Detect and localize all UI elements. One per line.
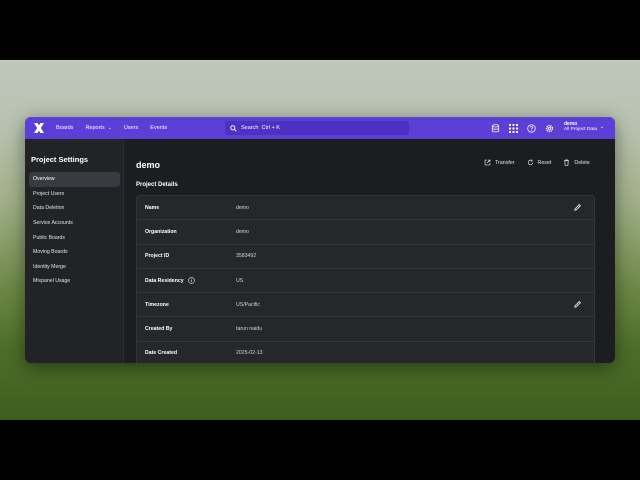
settings-sidebar: Project Settings Overview Project Users … xyxy=(25,139,124,363)
sidebar-item-label: Identity Merge xyxy=(33,263,66,270)
detail-row-organization: Organization demo xyxy=(137,220,594,245)
sidebar-item-mixpanel-usage[interactable]: Mixpanel Usage xyxy=(29,274,120,289)
delete-label: Delete xyxy=(574,159,590,166)
external-link-icon xyxy=(484,159,491,166)
nav-events[interactable]: Events xyxy=(150,125,167,131)
sidebar-item-label: Mixpanel Usage xyxy=(33,278,71,285)
sidebar-item-label: Data Deletion xyxy=(33,205,65,212)
info-icon[interactable] xyxy=(187,277,195,284)
main-content: demo Transfer Reset Delete Project Detai… xyxy=(124,139,615,363)
top-navigation-bar: Boards Reports ⌄ Users Events Search Ctr… xyxy=(25,117,615,139)
settings-icon[interactable] xyxy=(543,122,555,134)
detail-label: Timezone xyxy=(145,301,169,308)
chevron-down-icon: ⌄ xyxy=(600,124,605,130)
sidebar-item-label: Overview xyxy=(33,176,55,183)
account-switcher[interactable]: demo All Project Data ⌄ xyxy=(564,121,604,133)
detail-row-data-residency: Data Residency US xyxy=(137,269,594,294)
sidebar-item-label: Public Boards xyxy=(33,234,66,241)
delete-button[interactable]: Delete xyxy=(563,159,590,166)
detail-label: Data Residency xyxy=(145,277,184,284)
sidebar-item-project-users[interactable]: Project Users xyxy=(29,187,120,202)
detail-value: demo xyxy=(236,228,249,235)
database-icon[interactable] xyxy=(489,122,501,134)
detail-row-timezone: Timezone US/Pacific xyxy=(137,293,594,318)
nav-users-label: Users xyxy=(123,125,139,131)
reset-label: Reset xyxy=(537,159,552,166)
search-bar[interactable] xyxy=(225,121,409,135)
nav-users[interactable]: Users xyxy=(124,125,138,131)
sidebar-item-overview[interactable]: Overview xyxy=(29,172,120,187)
detail-label: Created By xyxy=(145,326,173,333)
reset-icon xyxy=(527,159,533,166)
nav-reports-label: Reports xyxy=(85,125,105,131)
nav-boards[interactable]: Boards xyxy=(56,125,73,131)
main-nav: Boards Reports ⌄ Users Events xyxy=(56,117,179,139)
section-title: Project Details xyxy=(136,182,178,188)
nav-boards-label: Boards xyxy=(56,125,74,131)
sidebar-item-public-boards[interactable]: Public Boards xyxy=(29,230,120,245)
reset-button[interactable]: Reset xyxy=(527,159,552,166)
nav-events-label: Events xyxy=(150,125,168,131)
detail-value: 3583492 xyxy=(236,253,257,260)
chevron-down-icon: ⌄ xyxy=(107,125,112,131)
search-icon xyxy=(230,124,237,132)
account-project: All Project Data xyxy=(564,127,598,132)
help-icon[interactable] xyxy=(525,122,537,134)
detail-label: Project ID xyxy=(145,253,170,260)
detail-row-name: Name demo xyxy=(137,196,594,221)
detail-value: US xyxy=(236,277,244,284)
edit-pencil-icon[interactable] xyxy=(573,300,582,309)
detail-value: demo xyxy=(236,204,249,211)
detail-label: Date Created xyxy=(145,350,178,357)
detail-label: Name xyxy=(145,204,160,211)
sidebar-item-label: Moving Boards xyxy=(33,249,68,256)
sidebar-title: Project Settings xyxy=(31,155,89,164)
detail-label-container: Data Residency xyxy=(145,277,195,284)
topbar-icons xyxy=(489,122,561,134)
apps-grid-icon[interactable] xyxy=(507,122,519,134)
detail-row-date-created: Date Created 2025-02-13 xyxy=(137,342,594,363)
sidebar-item-moving-boards[interactable]: Moving Boards xyxy=(29,245,120,260)
app-logo-icon[interactable] xyxy=(33,122,45,134)
page-title: demo xyxy=(136,160,161,170)
sidebar-item-label: Project Users xyxy=(33,190,65,197)
detail-value: 2025-02-13 xyxy=(236,350,263,357)
detail-row-project-id: Project ID 3583492 xyxy=(137,245,594,269)
search-input[interactable] xyxy=(241,125,401,131)
transfer-button[interactable]: Transfer xyxy=(484,159,515,166)
detail-value: US/Pacific xyxy=(236,301,260,308)
edit-pencil-icon[interactable] xyxy=(573,203,582,212)
sidebar-item-service-accounts[interactable]: Service Accounts xyxy=(29,216,120,231)
project-actions: Transfer Reset Delete xyxy=(484,159,602,166)
app-window: Boards Reports ⌄ Users Events Search Ctr… xyxy=(25,117,615,363)
transfer-label: Transfer xyxy=(495,159,515,166)
detail-value: tarun naidu xyxy=(236,326,262,333)
detail-label: Organization xyxy=(145,228,177,235)
nav-reports[interactable]: Reports ⌄ xyxy=(85,125,111,131)
project-details-card: Name demo Organization demo Project ID 3… xyxy=(136,195,595,363)
trash-icon xyxy=(564,159,570,166)
sidebar-item-data-deletion[interactable]: Data Deletion xyxy=(29,201,120,216)
sidebar-item-identity-merge[interactable]: Identity Merge xyxy=(29,260,120,275)
detail-row-created-by: Created By tarun naidu xyxy=(137,317,594,342)
sidebar-item-label: Service Accounts xyxy=(33,220,73,227)
sidebar-list: Overview Project Users Data Deletion Ser… xyxy=(29,172,120,289)
